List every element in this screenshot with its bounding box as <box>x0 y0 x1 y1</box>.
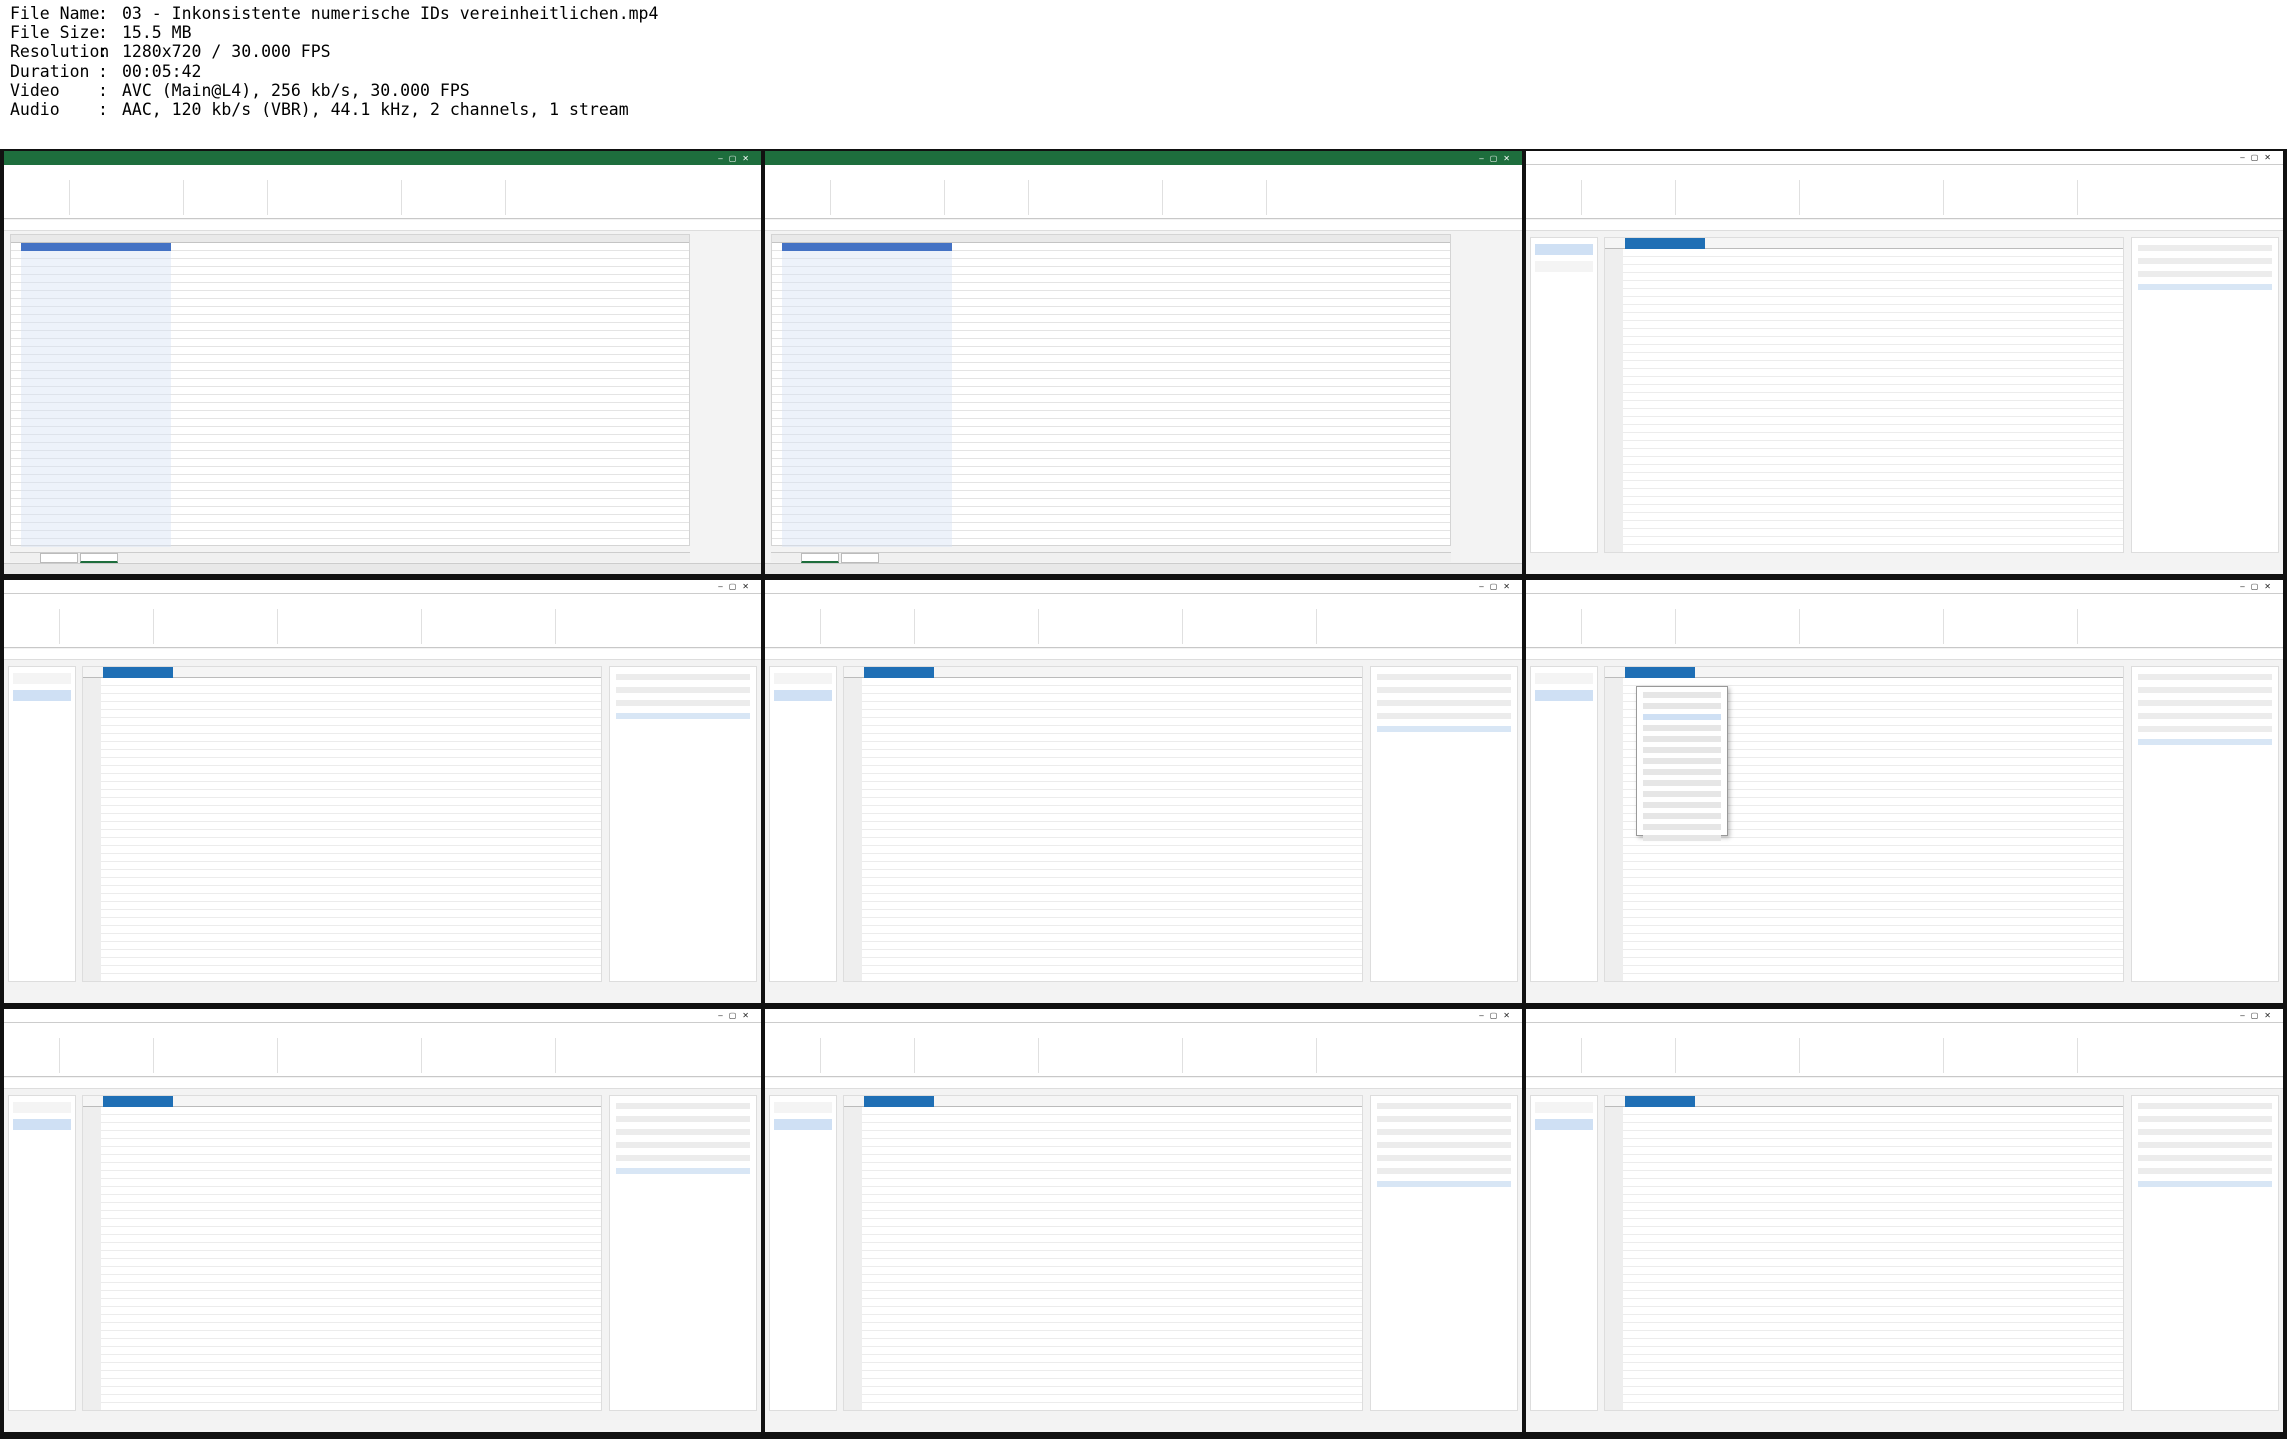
metadata-value: 03 - Inkonsistente numerische IDs verein… <box>122 4 659 23</box>
metadata-value: 00:05:42 <box>122 61 202 81</box>
queries-pane <box>8 1095 76 1411</box>
query-settings-pane <box>2131 237 2279 553</box>
data-preview-grid <box>82 1095 602 1411</box>
metadata-label: Resolution <box>10 42 110 62</box>
ribbon-tabs <box>1526 1023 2283 1034</box>
metadata-row-duration: Duration:00:05:42 <box>10 61 202 81</box>
pq-title-bar: –▢✕ <box>765 1009 1522 1023</box>
query-settings-pane <box>1370 666 1518 982</box>
ribbon <box>765 605 1522 648</box>
query-settings-pane <box>2131 1095 2279 1411</box>
ribbon-tabs <box>4 1023 761 1034</box>
thumbnail-excel-kunden: –▢✕ <box>4 151 761 574</box>
metadata-row-file-name: File Name:03 - Inkonsistente numerische … <box>10 4 659 23</box>
worksheet-grid <box>771 234 1451 547</box>
pq-title-bar: –▢✕ <box>1526 1009 2283 1023</box>
pq-title-bar: –▢✕ <box>1526 580 2283 594</box>
thumbnail-powerquery-4: –▢✕ <box>1526 580 2283 1003</box>
formula-bar <box>4 1078 761 1089</box>
query-settings-pane <box>2131 666 2279 982</box>
ribbon <box>765 1034 1522 1077</box>
metadata-row-video: Video: AVC (Main@L4), 256 kb/s, 30.000 FP… <box>10 80 470 100</box>
formula-bar <box>1526 220 2283 231</box>
ribbon-tabs <box>1526 165 2283 176</box>
metadata-row-file-size: File Size:15.5 MB <box>10 23 192 43</box>
query-settings-pane <box>609 1095 757 1411</box>
data-preview-grid <box>1604 237 2124 553</box>
formula-bar <box>1526 649 2283 660</box>
metadata-label: Audio <box>10 100 60 120</box>
thumbnail-powerquery-6: –▢✕ <box>765 1009 1522 1432</box>
thumbnail-powerquery-3: –▢✕ <box>765 580 1522 1003</box>
pq-title-bar: –▢✕ <box>765 580 1522 594</box>
thumbnail-powerquery-1: –▢✕ <box>1526 151 2283 574</box>
queries-pane <box>1530 237 1598 553</box>
thumbnail-powerquery-5: –▢✕ <box>4 1009 761 1432</box>
metadata-label: Video <box>10 80 60 100</box>
formula-bar <box>4 220 761 231</box>
pq-title-bar: –▢✕ <box>4 580 761 594</box>
sheet-tabs <box>10 552 690 563</box>
metadata-value: 1280x720 / 30.000 FPS <box>122 42 331 62</box>
formula-bar <box>765 220 1522 231</box>
ribbon-tabs <box>1526 594 2283 605</box>
ribbon <box>1526 176 2283 219</box>
metadata-row-audio: Audio: AAC, 120 kb/s (VBR), 44.1 kHz, 2 c… <box>10 100 629 120</box>
metadata-value: AAC, 120 kb/s (VBR), 44.1 kHz, 2 channel… <box>122 100 629 120</box>
thumbnail-powerquery-2: –▢✕ <box>4 580 761 1003</box>
ribbon-tabs <box>765 594 1522 605</box>
queries-pane <box>769 1095 837 1411</box>
metadata-value: AVC (Main@L4), 256 kb/s, 30.000 FPS <box>122 80 470 100</box>
status-bar <box>4 563 761 574</box>
metadata-value: 15.5 MB <box>122 23 192 43</box>
query-settings-pane <box>609 666 757 982</box>
formula-bar <box>765 1078 1522 1089</box>
ribbon <box>4 176 761 219</box>
metadata-label: Duration <box>10 61 90 81</box>
status-bar <box>765 563 1522 574</box>
excel-title-bar: –▢✕ <box>4 151 761 165</box>
queries-pane <box>8 666 76 982</box>
pq-title-bar: –▢✕ <box>4 1009 761 1023</box>
query-settings-pane <box>1370 1095 1518 1411</box>
queries-pane <box>1530 1095 1598 1411</box>
ribbon-tabs <box>765 1023 1522 1034</box>
ribbon <box>765 176 1522 219</box>
thumbnail-excel-umsatz: –▢✕ <box>765 151 1522 574</box>
data-preview-grid <box>82 666 602 982</box>
pq-title-bar: –▢✕ <box>1526 151 2283 165</box>
data-preview-grid <box>1604 1095 2124 1411</box>
excel-title-bar: –▢✕ <box>765 151 1522 165</box>
formula-bar <box>765 649 1522 660</box>
formula-bar <box>4 649 761 660</box>
ribbon <box>1526 605 2283 648</box>
metadata-row-resolution: Resolution:1280x720 / 30.000 FPS <box>10 42 331 62</box>
ribbon-tabs <box>4 594 761 605</box>
metadata-label: File Size <box>10 23 100 43</box>
sheet-tabs <box>771 552 1451 563</box>
data-type-dropdown[interactable] <box>1636 686 1728 841</box>
data-preview-grid <box>843 666 1363 982</box>
formula-bar <box>1526 1078 2283 1089</box>
ribbon <box>4 605 761 648</box>
data-preview-grid <box>843 1095 1363 1411</box>
queries-pane <box>1530 666 1598 982</box>
queries-pane <box>769 666 837 982</box>
metadata-label: File Name <box>10 4 100 23</box>
ribbon <box>1526 1034 2283 1077</box>
thumbnail-grid: –▢✕ –▢✕ –▢✕ –▢✕ –▢✕ –▢✕ –▢✕ –▢✕ –▢✕ <box>0 149 2287 1439</box>
worksheet-grid <box>10 234 690 547</box>
video-metadata: File Name:03 - Inkonsistente numerische … <box>10 4 710 146</box>
ribbon-tabs <box>765 165 1522 176</box>
thumbnail-powerquery-7: –▢✕ <box>1526 1009 2283 1432</box>
ribbon <box>4 1034 761 1077</box>
ribbon-tabs <box>4 165 761 176</box>
